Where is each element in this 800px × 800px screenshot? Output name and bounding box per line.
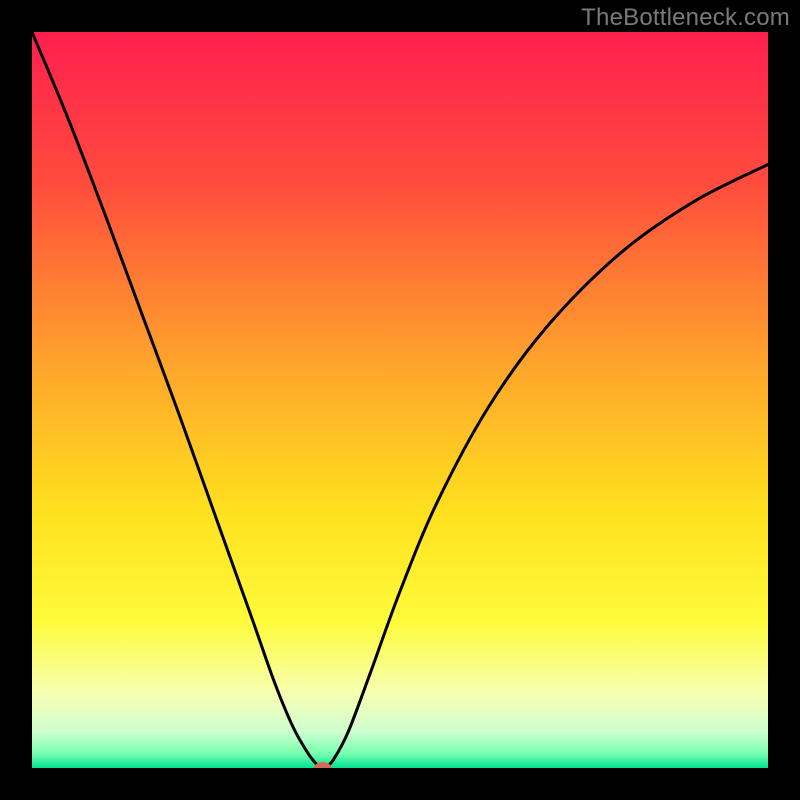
- plot-area: [32, 32, 768, 768]
- outer-frame: TheBottleneck.com: [0, 0, 800, 800]
- watermark-text: TheBottleneck.com: [581, 4, 790, 32]
- gradient-background: [32, 32, 768, 768]
- chart-svg: [32, 32, 768, 768]
